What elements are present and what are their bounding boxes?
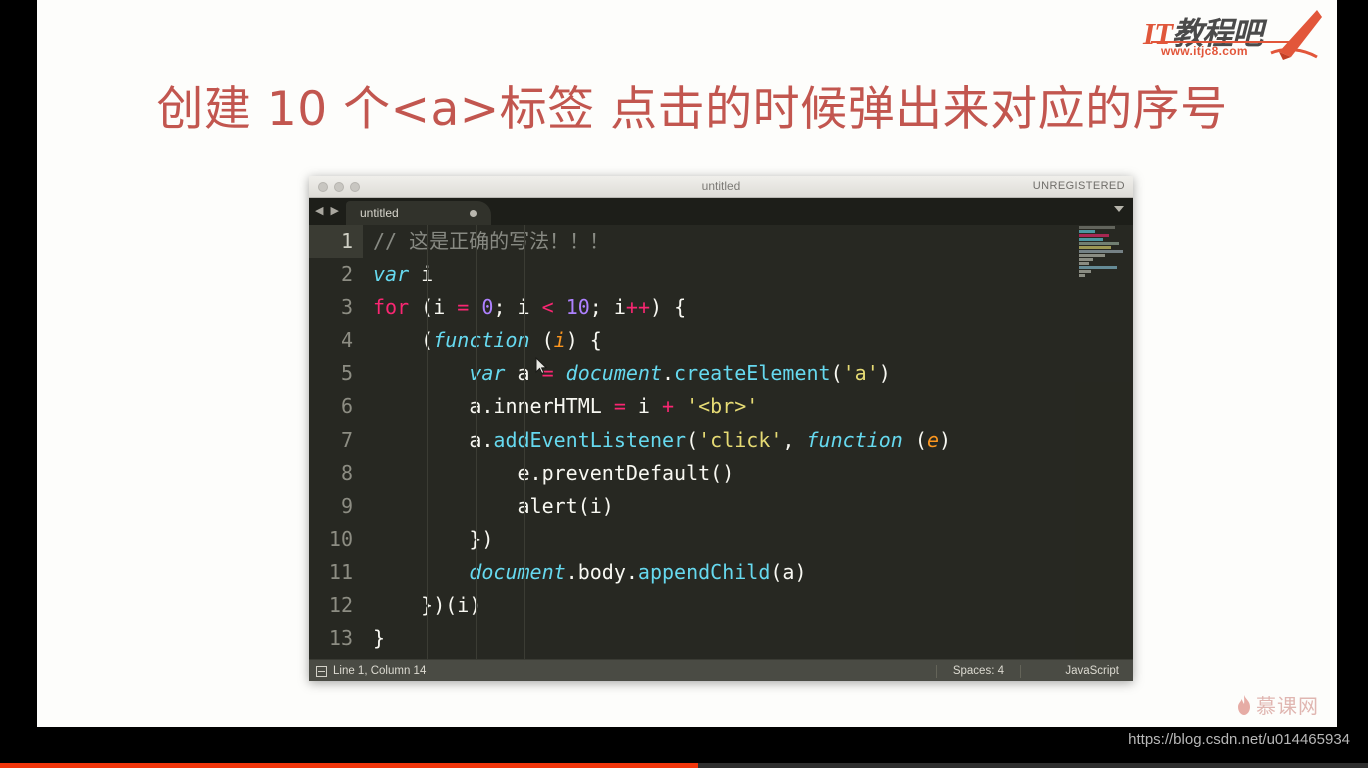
line-number: 2 bbox=[340, 262, 353, 287]
minimap-row bbox=[1079, 270, 1091, 273]
brand-logo-it: IT bbox=[1143, 16, 1173, 51]
minimap-row bbox=[1079, 238, 1103, 241]
code-line: document.body.appendChild(a) bbox=[469, 559, 807, 584]
flame-icon bbox=[1238, 694, 1250, 715]
screenshot-root: IT教程吧 www.itjc8.com 创建 10 个<a>标签 点击的时候弹出… bbox=[0, 0, 1368, 768]
imooc-watermark-text: 慕课网 bbox=[1256, 694, 1319, 718]
playback-progress-fill bbox=[0, 763, 698, 768]
code-line: a.innerHTML = i + '<br>' bbox=[373, 394, 759, 419]
editor-titlebar: untitled UNREGISTERED bbox=[309, 176, 1133, 198]
playback-progress-track[interactable] bbox=[0, 763, 1368, 768]
line-number: 10 bbox=[328, 526, 353, 551]
indent-setting-button[interactable]: Spaces: 4 bbox=[935, 665, 1021, 678]
tab-untitled[interactable]: untitled bbox=[346, 201, 491, 225]
brand-logo-url: www.itjc8.com bbox=[1161, 44, 1248, 58]
dirty-dot-icon[interactable] bbox=[470, 210, 477, 217]
minimap-row bbox=[1079, 242, 1119, 245]
indent-guide bbox=[524, 225, 525, 659]
tab-nav-arrows: ◀ ▶ bbox=[315, 206, 339, 217]
indent-guide bbox=[427, 225, 428, 659]
license-label: UNREGISTERED bbox=[1032, 180, 1125, 192]
code-line: for (i = 0; i < 10; i++) { bbox=[373, 295, 687, 320]
code-minimap[interactable] bbox=[1075, 225, 1133, 659]
minimap-row bbox=[1079, 262, 1089, 265]
minimap-row bbox=[1079, 250, 1123, 253]
minimap-row bbox=[1079, 274, 1085, 277]
minimap-row bbox=[1079, 230, 1095, 233]
line-number: 7 bbox=[340, 427, 353, 452]
minimap-row bbox=[1079, 234, 1109, 237]
bottom-band: https://blog.csdn.net/u014465934 bbox=[0, 727, 1368, 768]
minimap-row bbox=[1079, 254, 1105, 257]
code-line: e.preventDefault() bbox=[373, 460, 735, 485]
line-number: 8 bbox=[340, 460, 353, 485]
imooc-watermark: 慕课网 bbox=[1236, 690, 1319, 719]
line-number: 1 bbox=[309, 225, 363, 259]
csdn-url-label: https://blog.csdn.net/u014465934 bbox=[1128, 731, 1350, 748]
slide-canvas: IT教程吧 www.itjc8.com 创建 10 个<a>标签 点击的时候弹出… bbox=[37, 0, 1337, 727]
line-number: 3 bbox=[340, 295, 353, 320]
minimap-row bbox=[1079, 246, 1111, 249]
code-line: // 这是正确的写法！！！ bbox=[363, 225, 1133, 258]
minimap-row bbox=[1079, 258, 1093, 261]
code-editor-window: untitled UNREGISTERED ◀ ▶ untitled 1 2 3… bbox=[309, 176, 1133, 681]
chevron-down-icon[interactable] bbox=[1114, 206, 1124, 212]
cursor-position-label: Line 1, Column 14 bbox=[333, 665, 427, 677]
code-line: a.addEventListener('click', function (e) bbox=[373, 427, 952, 452]
line-number: 11 bbox=[328, 559, 353, 584]
code-line: alert(i) bbox=[373, 493, 614, 518]
code-text[interactable]: // 这是正确的写法！！！ var i for (i = 0; i < 10; … bbox=[363, 225, 1133, 659]
code-line: })(i) bbox=[373, 593, 482, 618]
code-line: } bbox=[373, 626, 386, 651]
line-number: 5 bbox=[340, 361, 353, 386]
code-token-comment: // 这是正确的写法！！！ bbox=[373, 229, 610, 253]
code-line: }) bbox=[373, 526, 494, 551]
minimap-row bbox=[1079, 266, 1117, 269]
editor-window-title: untitled bbox=[701, 179, 741, 193]
line-number: 6 bbox=[340, 394, 353, 419]
line-number-gutter: 1 2 3 4 5 6 7 8 9 10 11 12 13 bbox=[309, 225, 363, 659]
indent-guide bbox=[476, 225, 477, 659]
editor-statusbar: Line 1, Column 14 Spaces: 4 JavaScript bbox=[309, 659, 1133, 681]
brand-logo-rule bbox=[1151, 41, 1291, 43]
code-line: var a = document.createElement('a') bbox=[469, 361, 891, 386]
line-number: 13 bbox=[328, 626, 353, 651]
brand-logo: IT教程吧 www.itjc8.com bbox=[1135, 6, 1325, 66]
page-title: 创建 10 个<a>标签 点击的时候弹出来对应的序号 bbox=[156, 82, 1228, 137]
pen-icon bbox=[1270, 10, 1322, 60]
panel-icon[interactable] bbox=[316, 666, 327, 677]
minimap-row bbox=[1079, 226, 1115, 229]
editor-tabstrip: ◀ ▶ untitled bbox=[309, 198, 1133, 225]
line-number: 9 bbox=[340, 493, 353, 518]
brand-logo-text: IT教程吧 bbox=[1143, 8, 1263, 53]
code-area[interactable]: 1 2 3 4 5 6 7 8 9 10 11 12 13 // 这是正确的写法… bbox=[309, 225, 1133, 659]
line-number: 12 bbox=[328, 593, 353, 618]
syntax-mode-button[interactable]: JavaScript bbox=[1065, 665, 1119, 677]
line-number: 4 bbox=[340, 328, 353, 353]
brand-logo-cn: 教程吧 bbox=[1172, 16, 1263, 51]
arrow-left-icon[interactable]: ◀ bbox=[315, 206, 323, 217]
tab-label: untitled bbox=[360, 206, 399, 220]
arrow-right-icon[interactable]: ▶ bbox=[330, 206, 338, 217]
code-line: var i bbox=[373, 262, 433, 287]
code-line: (function (i) { bbox=[373, 328, 602, 353]
